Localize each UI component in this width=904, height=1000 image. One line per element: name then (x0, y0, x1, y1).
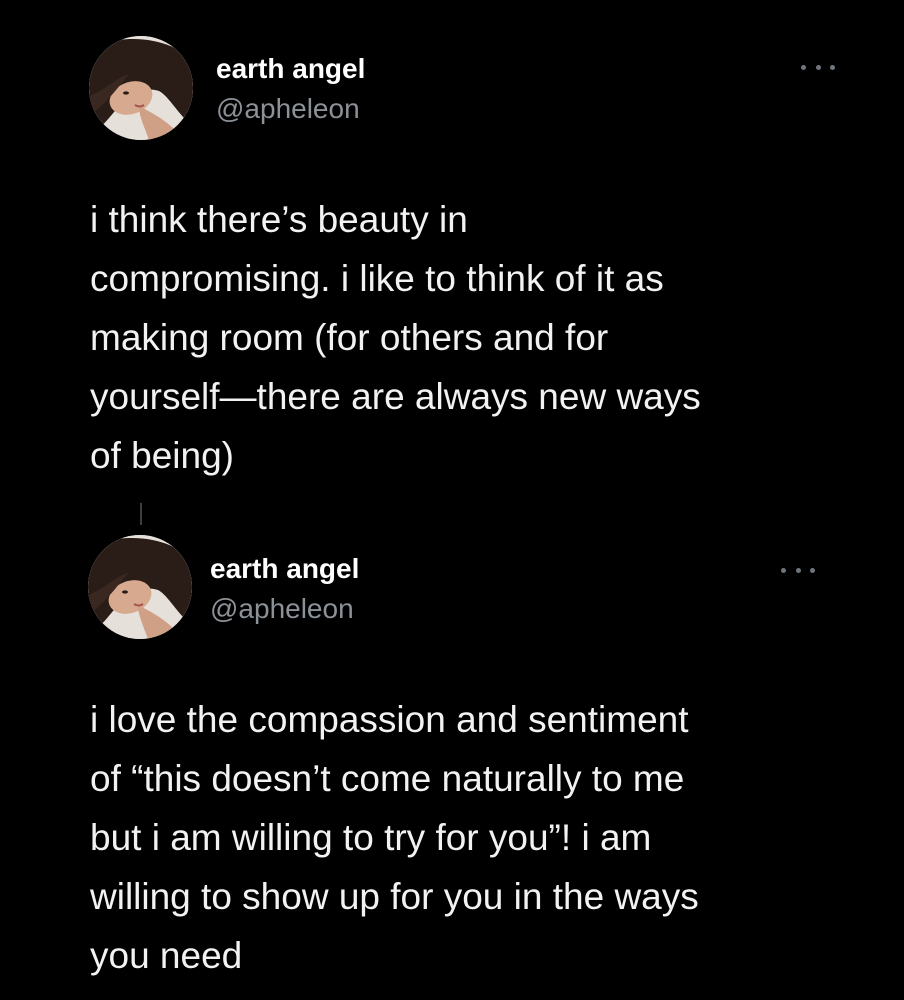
profile-photo-icon (89, 36, 193, 140)
more-horizontal-icon (781, 567, 786, 573)
tweet: earth angel @apheleon i think there’s be… (0, 0, 904, 525)
tweet-text: i think there’s beauty in compromising. … (90, 199, 701, 476)
more-horizontal-icon (801, 64, 806, 70)
more-options-button[interactable] (801, 60, 835, 74)
more-options-button[interactable] (781, 563, 815, 577)
avatar[interactable] (89, 36, 193, 140)
tweet-text: i love the compassion and sentiment of “… (90, 699, 699, 976)
avatar[interactable] (88, 535, 192, 639)
tweet: earth angel @apheleon i love the compass… (0, 520, 904, 1000)
author-handle[interactable]: @apheleon (216, 93, 360, 125)
profile-photo-icon (88, 535, 192, 639)
author-handle[interactable]: @apheleon (210, 593, 354, 625)
author-name[interactable]: earth angel (216, 53, 365, 85)
author-name[interactable]: earth angel (210, 553, 359, 585)
